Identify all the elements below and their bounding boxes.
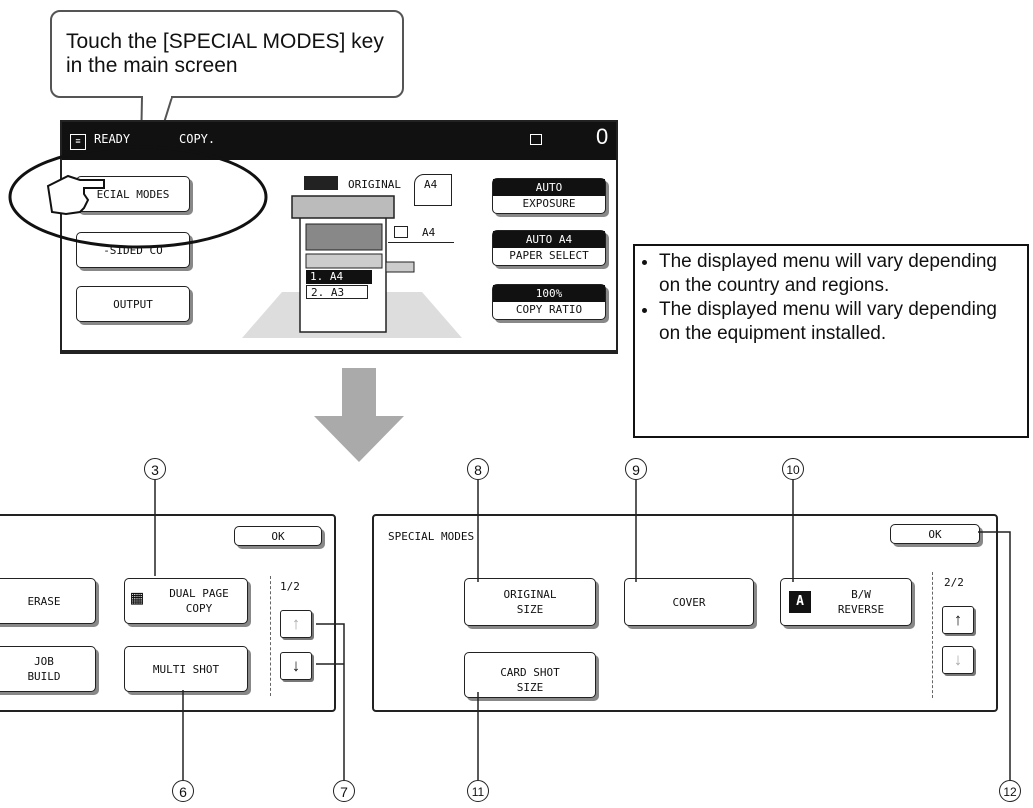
leader-lines (154, 480, 1011, 780)
callout-number-9: 9 (625, 458, 647, 480)
callout-number-6: 6 (172, 780, 194, 802)
callout-number-12: 12 (999, 780, 1021, 802)
callout-number-10: 10 (782, 458, 804, 480)
callout-number-7: 7 (333, 780, 355, 802)
callout-number-11: 11 (467, 780, 489, 802)
callout-number-3: 3 (144, 458, 166, 480)
callout-number-8: 8 (467, 458, 489, 480)
